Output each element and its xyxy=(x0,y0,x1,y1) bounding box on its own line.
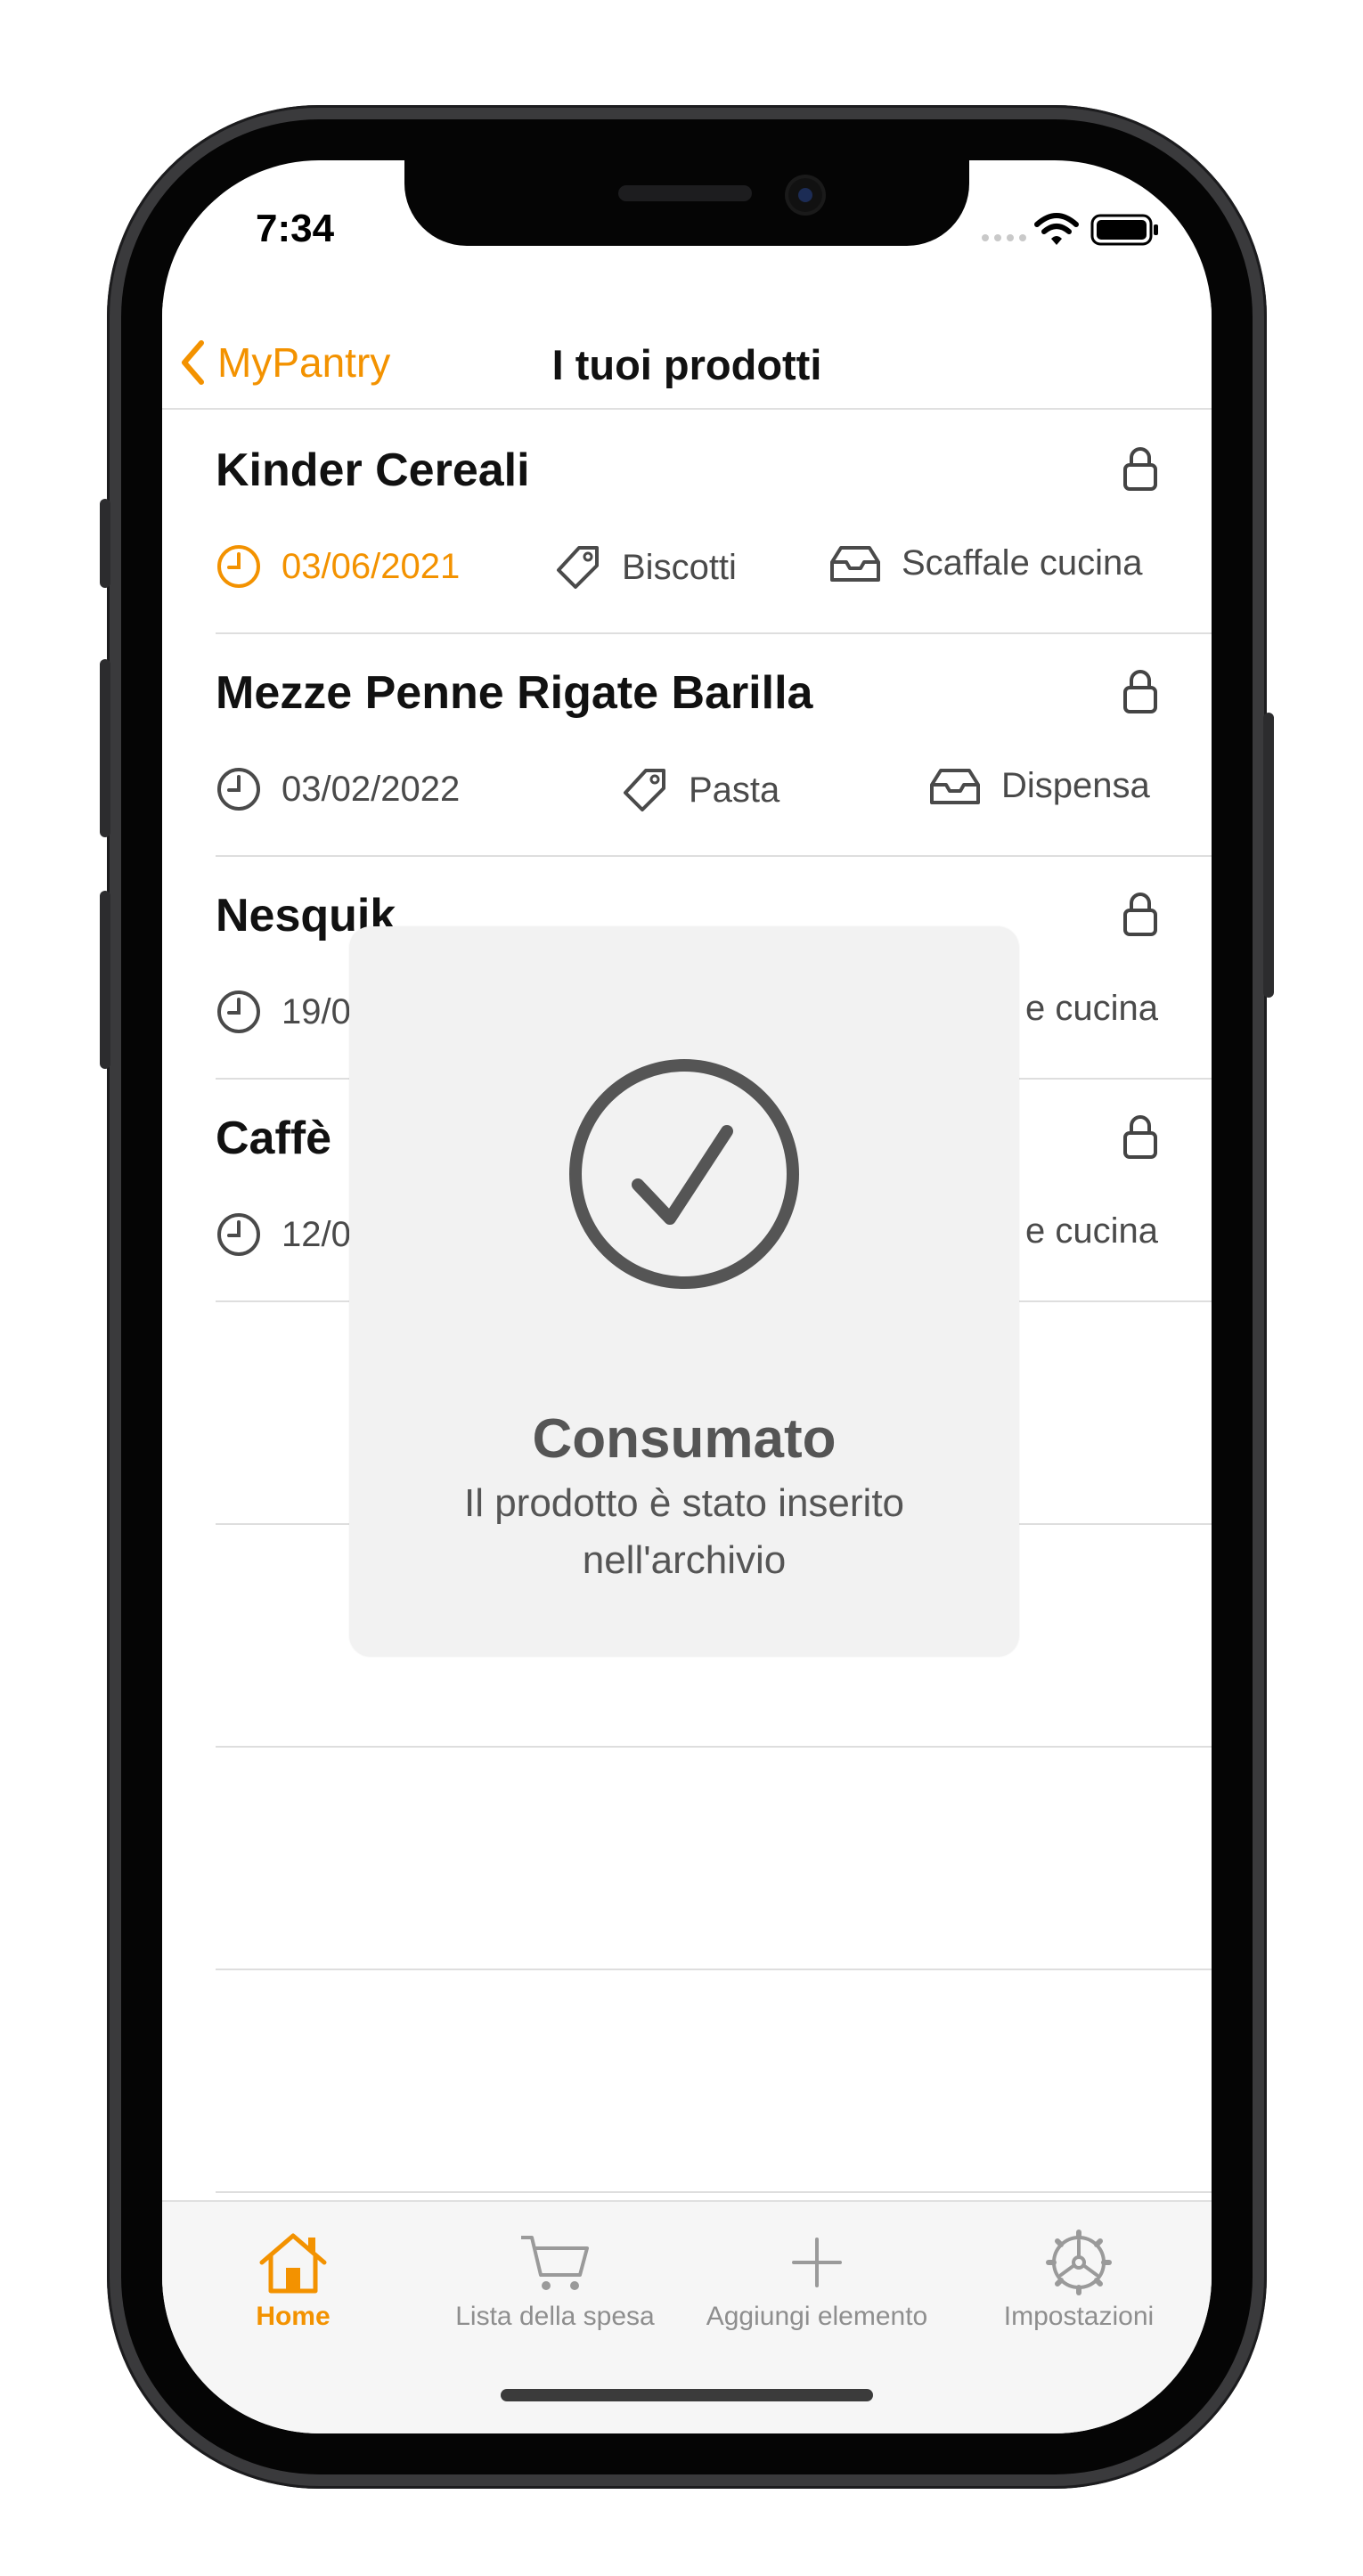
product-name: Kinder Cereali xyxy=(216,444,530,496)
expiry-date-text: 19/0 xyxy=(282,991,351,1031)
hud-title: Consumato xyxy=(532,1408,837,1470)
clock-icon xyxy=(217,768,260,811)
volume-down-button xyxy=(100,891,110,1069)
list-separator xyxy=(216,1746,1212,1748)
clock-icon xyxy=(217,1213,260,1256)
success-hud: Consumato Il prodotto è stato inserito n… xyxy=(349,926,1019,1657)
expiry-date: 19/0 xyxy=(216,989,351,1035)
expiry-date: 03/06/2021 xyxy=(216,543,460,590)
status-time: 7:34 xyxy=(256,207,335,250)
category: Biscotti xyxy=(554,543,737,591)
clock-icon xyxy=(217,545,260,588)
checkmark-circle-icon xyxy=(568,1058,800,1294)
category-text: Biscotti xyxy=(622,547,737,587)
tray-icon xyxy=(930,768,980,804)
tab-label: Lista della spesa xyxy=(455,2302,655,2331)
tab-label: Home xyxy=(256,2302,331,2331)
location: e cucina xyxy=(1025,989,1158,1029)
expiry-date: 12/0 xyxy=(216,1211,351,1258)
tag-icon xyxy=(557,546,599,589)
chevron-left-icon xyxy=(182,340,204,385)
location: Scaffale cucina xyxy=(828,543,1143,583)
plus-icon xyxy=(686,2227,948,2298)
back-button-label: MyPantry xyxy=(217,339,391,386)
category: Pasta xyxy=(621,766,779,814)
location-text: e cucina xyxy=(1025,989,1158,1028)
wifi-icon xyxy=(1033,212,1080,252)
tab-add-item[interactable]: Aggiungi elemento xyxy=(686,2202,948,2344)
tab-label: Aggiungi elemento xyxy=(706,2302,928,2331)
lock-icon[interactable] xyxy=(1122,668,1158,719)
location: Dispensa xyxy=(928,766,1150,806)
tab-home[interactable]: Home xyxy=(162,2202,424,2344)
product-name: Mezze Penne Rigate Barilla xyxy=(216,667,813,719)
tab-shopping-list[interactable]: Lista della spesa xyxy=(424,2202,686,2344)
expiry-date-text: 03/06/2021 xyxy=(282,546,461,586)
silent-switch xyxy=(100,499,110,588)
list-item[interactable]: Mezze Penne Rigate Barilla 03/02/2022 Pa… xyxy=(216,632,1212,857)
back-button[interactable]: MyPantry xyxy=(180,338,390,387)
power-button xyxy=(1263,713,1274,998)
location-text: Scaffale cucina xyxy=(902,543,1143,583)
notch xyxy=(404,160,969,246)
lock-icon[interactable] xyxy=(1122,1113,1158,1164)
location-text: e cucina xyxy=(1025,1211,1158,1251)
hud-message: Il prodotto è stato inserito nell'archiv… xyxy=(463,1481,905,1582)
lock-icon[interactable] xyxy=(1122,445,1158,496)
list-item[interactable]: Kinder Cereali 03/06/2021 Biscotti Scaff… xyxy=(216,410,1212,634)
home-icon xyxy=(162,2227,424,2298)
screen: 7:34 I tuoi prodotti MyPantry Kinder Cer… xyxy=(162,160,1212,2433)
volume-up-button xyxy=(100,659,110,837)
lock-icon[interactable] xyxy=(1122,891,1158,942)
clock-icon xyxy=(217,990,260,1033)
tray-icon xyxy=(830,545,880,582)
tab-settings[interactable]: Impostazioni xyxy=(948,2202,1210,2344)
tab-label: Impostazioni xyxy=(1003,2302,1155,2331)
battery-icon xyxy=(1090,212,1162,252)
expiry-date-text: 12/0 xyxy=(282,1214,351,1254)
navigation-bar: I tuoi prodotti MyPantry xyxy=(162,303,1212,410)
location-text: Dispensa xyxy=(1001,766,1150,805)
tag-icon xyxy=(624,769,665,811)
gear-icon xyxy=(948,2227,1210,2298)
home-indicator[interactable] xyxy=(501,2389,873,2401)
list-separator xyxy=(216,1969,1212,1970)
product-name: Caffè xyxy=(216,1113,332,1164)
cart-icon xyxy=(424,2227,686,2298)
speaker-grille xyxy=(618,185,752,201)
category-text: Pasta xyxy=(689,770,780,810)
expiry-date: 03/02/2022 xyxy=(216,766,460,812)
cellular-signal-icon xyxy=(980,232,1030,248)
list-separator xyxy=(216,2191,1212,2193)
expiry-date-text: 03/02/2022 xyxy=(282,769,461,809)
front-camera xyxy=(788,178,822,212)
location: e cucina xyxy=(1025,1211,1158,1251)
